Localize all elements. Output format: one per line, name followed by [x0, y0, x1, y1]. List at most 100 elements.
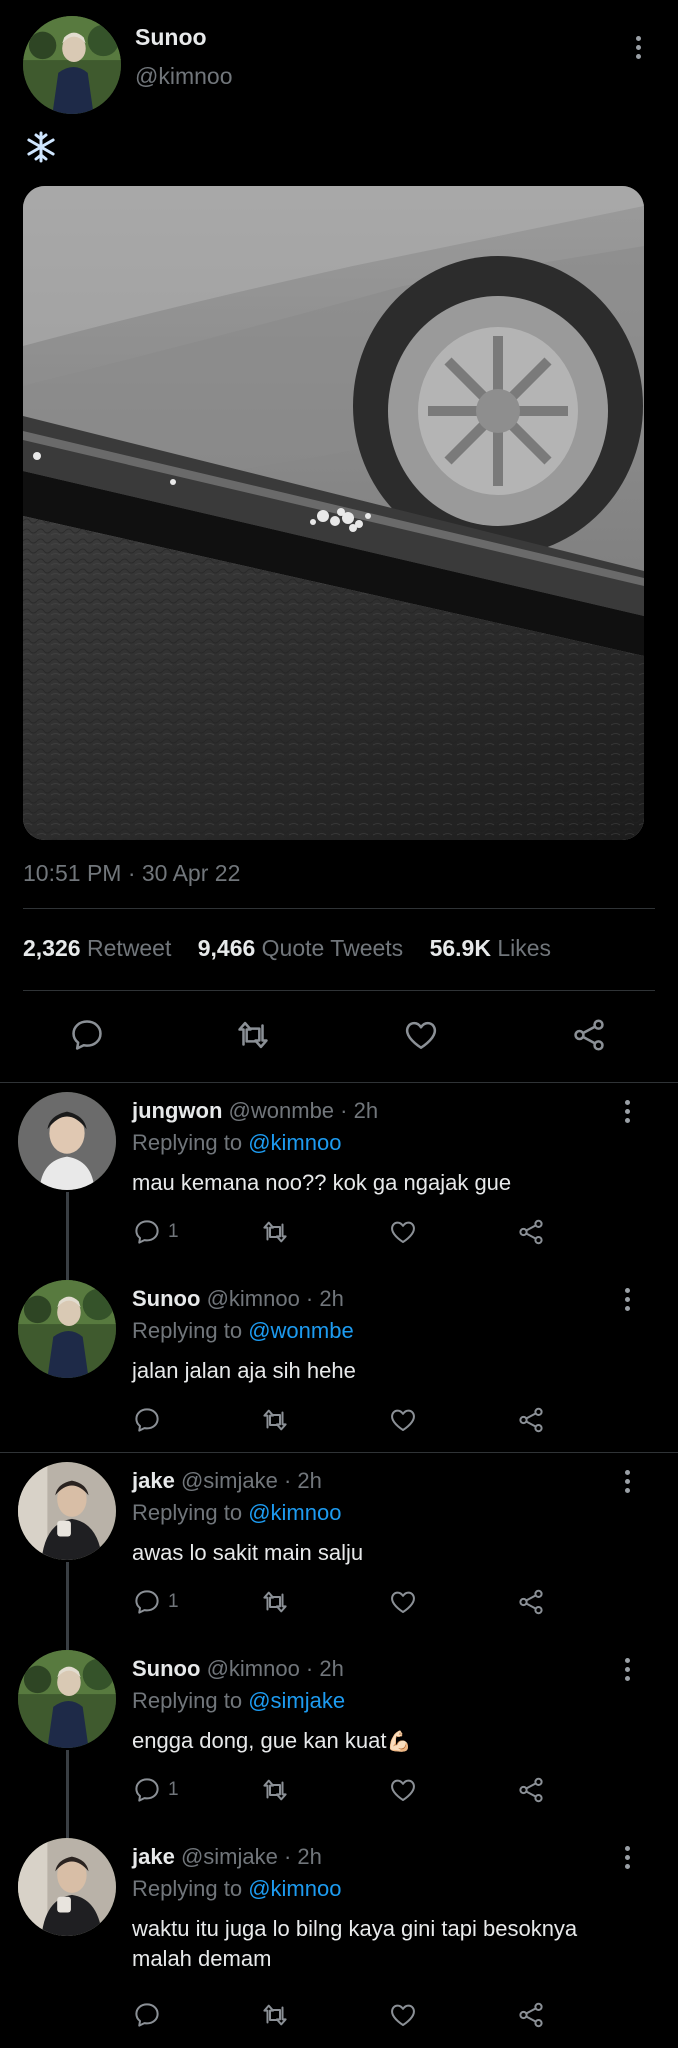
- share-icon[interactable]: [516, 1403, 546, 1437]
- like-icon[interactable]: [388, 1998, 418, 2032]
- reply-author-name[interactable]: jungwon: [132, 1098, 222, 1123]
- reply-handle-time: @kimnoo · 2h: [206, 1286, 344, 1311]
- quote-label[interactable]: Quote Tweets: [262, 935, 404, 961]
- like-icon[interactable]: [388, 1215, 418, 1249]
- reply-header: jake @simjake · 2h: [132, 1468, 322, 1494]
- reply-header: jungwon @wonmbe · 2h: [132, 1098, 378, 1124]
- reply-icon[interactable]: [68, 1016, 106, 1054]
- reply-count: 1: [168, 1779, 179, 1800]
- reply-author-name[interactable]: jake: [132, 1844, 175, 1869]
- reply-item[interactable]: Sunoo @kimnoo · 2h Replying to @simjake …: [0, 1640, 678, 1828]
- reply-icon[interactable]: 1: [132, 1773, 179, 1807]
- reply-author-name[interactable]: jake: [132, 1468, 175, 1493]
- tweet-header: Sunoo @kimnoo: [0, 0, 678, 130]
- reply-handle-time: @wonmbe · 2h: [228, 1098, 379, 1123]
- tweet-photo[interactable]: [23, 186, 644, 840]
- more-options-icon[interactable]: [615, 1842, 639, 1872]
- flexed-biceps-emoji: 💪🏻: [386, 1731, 412, 1753]
- reply-handle-time: @simjake · 2h: [180, 1468, 322, 1493]
- like-icon[interactable]: [388, 1773, 418, 1807]
- replying-mention[interactable]: @kimnoo: [248, 1130, 341, 1155]
- reply-text: jalan jalan aja sih hehe: [132, 1358, 356, 1383]
- retweet-label[interactable]: Retweet: [87, 935, 171, 961]
- snowflake-emoji: [24, 130, 58, 164]
- like-icon[interactable]: [388, 1585, 418, 1619]
- replying-to: Replying to @wonmbe: [132, 1318, 354, 1344]
- author-name[interactable]: Sunoo: [135, 24, 207, 51]
- divider: [23, 990, 655, 991]
- replying-mention[interactable]: @simjake: [248, 1688, 345, 1713]
- reply-avatar[interactable]: [18, 1838, 116, 1936]
- replying-mention[interactable]: @wonmbe: [248, 1318, 354, 1343]
- retweet-icon[interactable]: [234, 1016, 272, 1054]
- more-options-icon[interactable]: [626, 32, 650, 62]
- reply-action-bar: 1: [132, 1585, 572, 1619]
- reply-action-bar: [132, 1998, 572, 2032]
- retweet-icon[interactable]: [260, 1773, 290, 1807]
- reply-avatar[interactable]: [18, 1462, 116, 1560]
- reply-text: engga dong, gue kan kuat💪🏻: [132, 1726, 632, 1757]
- like-count[interactable]: 56.9K: [430, 935, 491, 961]
- reply-count: 1: [168, 1591, 179, 1612]
- replying-to: Replying to @simjake: [132, 1688, 345, 1714]
- reply-action-bar: [132, 1403, 572, 1437]
- reply-handle-time: @kimnoo · 2h: [206, 1656, 344, 1681]
- reply-avatar[interactable]: [18, 1650, 116, 1748]
- reply-header: jake @simjake · 2h: [132, 1844, 322, 1870]
- reply-avatar[interactable]: [18, 1092, 116, 1190]
- replying-mention[interactable]: @kimnoo: [248, 1500, 341, 1525]
- tweet-stats: 2,326 Retweet 9,466 Quote Tweets 56.9K L…: [23, 935, 571, 962]
- reply-item[interactable]: Sunoo @kimnoo · 2h Replying to @wonmbe j…: [0, 1270, 678, 1452]
- reply-icon[interactable]: 1: [132, 1215, 179, 1249]
- reply-handle-time: @simjake · 2h: [180, 1844, 322, 1869]
- reply-header: Sunoo @kimnoo · 2h: [132, 1286, 344, 1312]
- share-icon[interactable]: [516, 1585, 546, 1619]
- replying-prefix: Replying to: [132, 1876, 243, 1901]
- more-options-icon[interactable]: [615, 1654, 639, 1684]
- retweet-count[interactable]: 2,326: [23, 935, 81, 961]
- replying-to: Replying to @kimnoo: [132, 1500, 341, 1526]
- like-icon[interactable]: [402, 1016, 440, 1054]
- replying-prefix: Replying to: [132, 1500, 243, 1525]
- reply-item[interactable]: jake @simjake · 2h Replying to @kimnoo a…: [0, 1452, 678, 1640]
- reply-author-name[interactable]: Sunoo: [132, 1286, 200, 1311]
- reply-text-body: engga dong, gue kan kuat: [132, 1728, 387, 1753]
- reply-text: waktu itu juga lo bilng kaya gini tapi b…: [132, 1916, 578, 1971]
- share-icon[interactable]: [516, 1998, 546, 2032]
- more-options-icon[interactable]: [615, 1096, 639, 1126]
- reply-icon[interactable]: [132, 1403, 168, 1437]
- author-avatar[interactable]: [23, 16, 121, 114]
- reply-icon[interactable]: [132, 1998, 168, 2032]
- reply-text: mau kemana noo?? kok ga ngajak gue: [132, 1170, 512, 1195]
- tweet-action-bar: [0, 1010, 678, 1060]
- replying-prefix: Replying to: [132, 1130, 243, 1155]
- reply-item[interactable]: jake @simjake · 2h Replying to @kimnoo w…: [0, 1828, 678, 2048]
- more-options-icon[interactable]: [615, 1466, 639, 1496]
- share-icon[interactable]: [516, 1773, 546, 1807]
- share-icon[interactable]: [516, 1215, 546, 1249]
- reply-avatar[interactable]: [18, 1280, 116, 1378]
- reply-item[interactable]: jungwon @wonmbe · 2h Replying to @kimnoo…: [0, 1082, 678, 1270]
- reply-text: awas lo sakit main salju: [132, 1540, 364, 1565]
- retweet-icon[interactable]: [260, 1403, 290, 1437]
- reply-action-bar: 1: [132, 1773, 572, 1807]
- reply-count: 1: [168, 1221, 179, 1242]
- replying-to: Replying to @kimnoo: [132, 1130, 341, 1156]
- replying-prefix: Replying to: [132, 1318, 243, 1343]
- more-options-icon[interactable]: [615, 1284, 639, 1314]
- retweet-icon[interactable]: [260, 1998, 290, 2032]
- reply-icon[interactable]: 1: [132, 1585, 179, 1619]
- retweet-icon[interactable]: [260, 1585, 290, 1619]
- reply-header: Sunoo @kimnoo · 2h: [132, 1656, 344, 1682]
- share-icon[interactable]: [570, 1016, 608, 1054]
- like-icon[interactable]: [388, 1403, 418, 1437]
- replying-mention[interactable]: @kimnoo: [248, 1876, 341, 1901]
- like-label[interactable]: Likes: [497, 935, 551, 961]
- reply-action-bar: 1: [132, 1215, 572, 1249]
- reply-author-name[interactable]: Sunoo: [132, 1656, 200, 1681]
- quote-count[interactable]: 9,466: [198, 935, 256, 961]
- author-handle[interactable]: @kimnoo: [135, 63, 233, 90]
- tweet-timestamp[interactable]: 10:51 PM · 30 Apr 22: [23, 860, 240, 887]
- replying-to: Replying to @kimnoo: [132, 1876, 341, 1902]
- retweet-icon[interactable]: [260, 1215, 290, 1249]
